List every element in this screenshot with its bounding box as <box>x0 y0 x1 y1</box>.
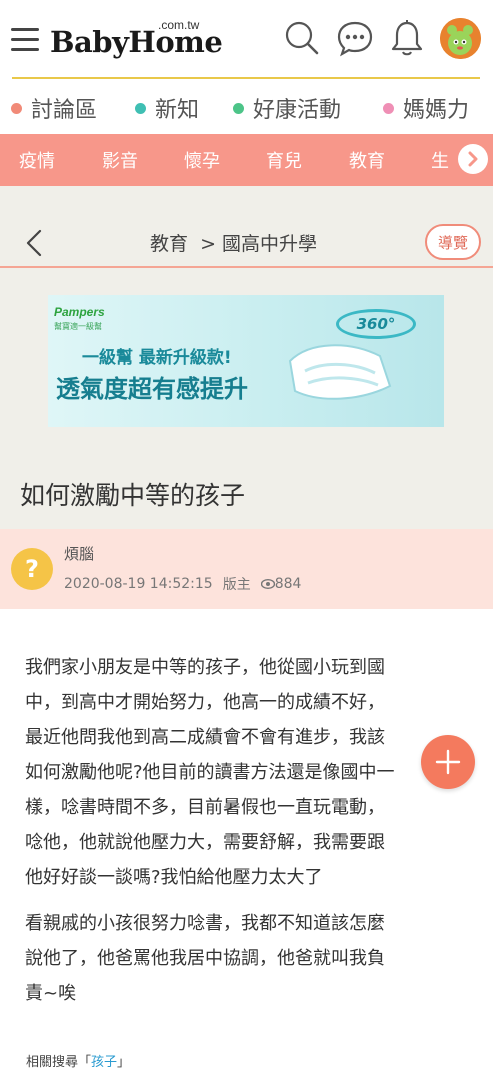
add-post-button[interactable] <box>421 735 475 789</box>
post-paragraph: 我們家小朋友是中等的孩子，他從國小玩到國 中，到高中才開始努力，他高一的成績不好… <box>25 650 465 895</box>
post-line: 樣，唸書時間不多，目前暑假也一直玩電動， <box>25 797 385 818</box>
topic-tab[interactable]: 生 <box>431 147 449 173</box>
ad-brand-sub: 幫寶適一級幫 <box>54 322 102 331</box>
category-forum[interactable]: 討論區 <box>11 92 97 124</box>
post-paragraph: 看親戚的小孩很努力唸書，我都不知道該怎麼 說他了，他爸罵他我居中協調，他爸就叫我… <box>25 906 465 1011</box>
eye-icon <box>260 579 275 589</box>
author-name[interactable]: 煩腦 <box>64 543 94 564</box>
related-keyword-link[interactable]: 孩子 <box>91 1055 117 1070</box>
post-line: 如何激勵他呢?他目前的讀書方法還是像國中一 <box>25 762 395 783</box>
menu-icon[interactable] <box>11 28 39 52</box>
category-label: 好康活動 <box>253 98 342 123</box>
ad-headline: 一級幫 最新升級款! <box>82 348 232 368</box>
post-line: 我們家小朋友是中等的孩子，他從國小玩到國 <box>25 657 385 678</box>
guide-button[interactable]: 導覽 <box>425 224 481 260</box>
logo-text: BabyHome <box>50 25 223 59</box>
view-count: 884 <box>274 576 302 592</box>
user-avatar[interactable] <box>440 18 481 59</box>
site-logo[interactable]: .com.tw BabyHome <box>50 18 223 59</box>
bell-icon[interactable] <box>387 18 427 58</box>
top-bar: .com.tw BabyHome <box>0 0 493 78</box>
author-role: 版主 <box>222 577 251 593</box>
post-line: 說他了，他爸罵他我居中協調，他爸就叫我負 <box>25 948 385 969</box>
post-line: 最近他問我他到高二成績會不會有進步，我該 <box>25 727 385 748</box>
author-info: ? 煩腦 2020-08-19 14:52:15 版主 884 <box>0 529 493 609</box>
post-datetime: 2020-08-19 14:52:15 <box>64 576 213 592</box>
category-label: 討論區 <box>31 98 98 123</box>
category-dot <box>11 102 22 114</box>
ad-tagline: 透氣度超有感提升 <box>56 375 248 403</box>
post-line: 他好好談一談嗎?我怕給他壓力太大了 <box>25 867 323 888</box>
topic-tab[interactable]: 疫情 <box>19 147 55 173</box>
category-deals[interactable]: 好康活動 <box>233 92 341 124</box>
post-title: 如何激勵中等的孩子 <box>20 481 246 510</box>
category-label: 媽媽力 <box>403 98 470 123</box>
topic-tab[interactable]: 育兒 <box>266 147 302 173</box>
chat-icon[interactable] <box>335 18 375 58</box>
category-dot <box>383 102 394 114</box>
related-close: 」 <box>117 1055 131 1070</box>
post-meta: 2020-08-19 14:52:15 版主 884 <box>64 574 301 594</box>
topic-tab[interactable]: 教育 <box>349 147 385 173</box>
chevron-right-icon[interactable] <box>458 144 488 174</box>
category-dot <box>135 102 146 114</box>
topic-tab[interactable]: 影音 <box>102 147 138 173</box>
back-arrow-icon[interactable] <box>22 228 46 258</box>
category-news[interactable]: 新知 <box>135 92 199 124</box>
topic-nav: 疫情 影音 懷孕 育兒 教育 生 <box>0 134 493 186</box>
topic-tab[interactable]: 懷孕 <box>184 147 220 173</box>
related-search: 相關搜尋「孩子」 <box>26 1051 130 1070</box>
search-icon[interactable] <box>282 18 322 58</box>
category-mom[interactable]: 媽媽力 <box>383 92 469 124</box>
post-line: 責~唉 <box>25 983 77 1004</box>
category-bar: 討論區 新知 好康活動 媽媽力 <box>0 86 493 128</box>
plus-icon <box>435 749 461 775</box>
category-dot <box>233 102 244 114</box>
related-label: 相關搜尋「 <box>26 1055 92 1070</box>
breadcrumb-text[interactable]: 教育 > 國高中升學 <box>150 229 317 256</box>
ad-banner[interactable]: Pampers 幫寶適一級幫 360° 一級幫 最新升級款! 透氣度超有感提升 <box>48 295 444 427</box>
post-line: 看親戚的小孩很努力唸書，我都不知道該怎麼 <box>25 913 385 934</box>
category-label: 新知 <box>155 98 200 123</box>
author-avatar[interactable]: ? <box>11 548 53 590</box>
post-line: 唸他，他就說他壓力大，需要舒解，我需要跟 <box>25 832 385 853</box>
breadcrumb: 教育 > 國高中升學 導覽 <box>0 214 493 268</box>
ad-brand: Pampers <box>54 305 105 319</box>
diaper-image <box>288 344 392 400</box>
post-body: 我們家小朋友是中等的孩子，他從國小玩到國 中，到高中才開始努力，他高一的成績不好… <box>25 650 465 1022</box>
header-divider <box>12 77 480 79</box>
post-line: 中，到高中才開始努力，他高一的成績不好， <box>25 692 385 713</box>
